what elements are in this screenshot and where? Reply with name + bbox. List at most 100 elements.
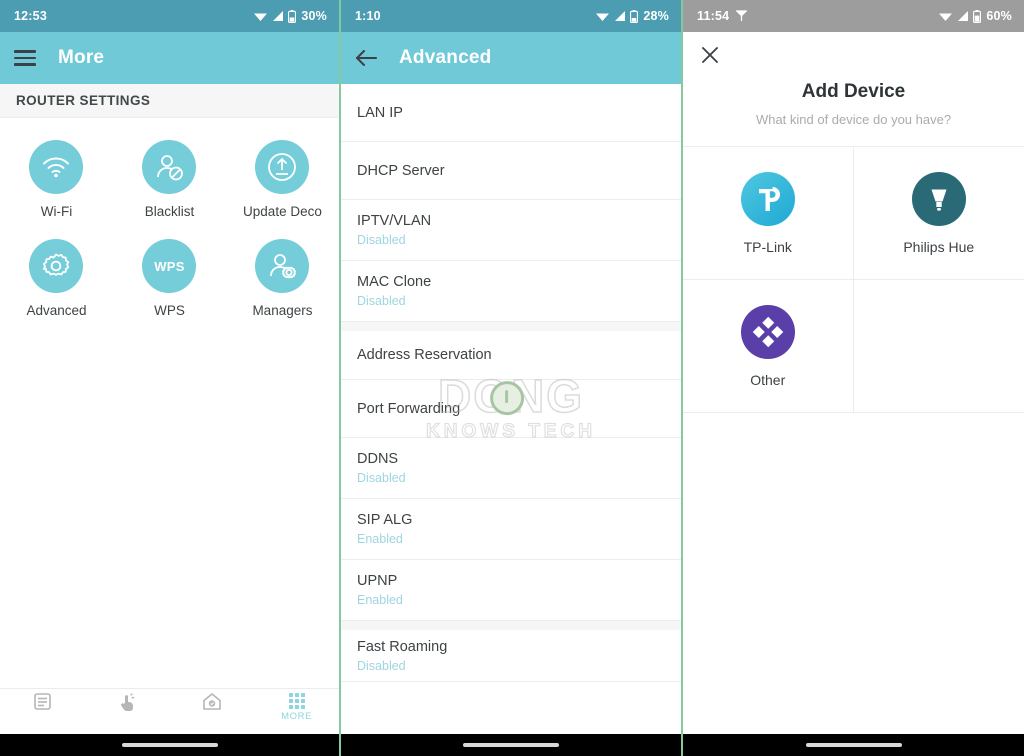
page-title: Add Device: [801, 81, 906, 102]
page-title: Advanced: [399, 47, 492, 68]
device-option-tplink[interactable]: TP-Link: [683, 147, 854, 280]
row-title: Port Forwarding: [357, 400, 461, 417]
wifi-icon: [254, 13, 268, 21]
status-icons: 30%: [253, 9, 327, 23]
tile-update-deco[interactable]: Update Deco: [226, 140, 339, 219]
row-title: Address Reservation: [357, 347, 492, 363]
signal-icon: [273, 11, 284, 21]
status-time: 1:10: [355, 9, 381, 23]
device-option-philips-hue[interactable]: Philips Hue: [853, 147, 1024, 280]
wifi-icon: [596, 13, 610, 21]
advanced-settings-list: DONG KNOWS TECH LAN IP DHCP Server IPTV/…: [341, 84, 681, 734]
phone-screen-add-device: 11:54 60% Add Device What kind of device…: [683, 0, 1024, 756]
list-item[interactable]: SIP ALG Enabled: [341, 499, 681, 560]
tile-managers[interactable]: Managers: [226, 239, 339, 318]
phone-screen-advanced: 1:10 28% Advanced DONG KNOWS TECH LAN IP…: [341, 0, 681, 756]
signal-icon: [958, 11, 969, 21]
grid-dots-icon: [288, 693, 305, 709]
list-item[interactable]: MAC Clone Disabled: [341, 261, 681, 322]
add-device-header: Add Device What kind of device do you ha…: [683, 32, 1024, 146]
wifi-icon: [29, 140, 84, 194]
device-label: Philips Hue: [903, 238, 975, 255]
tile-label: Wi-Fi: [40, 204, 73, 219]
other-diamonds-icon: [740, 304, 795, 359]
three-phone-screenshots: 12:53 30% More ROUTER SETTINGS Wi-Fi Bla…: [0, 0, 1024, 756]
device-type-grid: TP-Link Philips Hue Other: [683, 146, 1024, 413]
wifi-icon: [939, 13, 953, 21]
battery-percent: 60%: [986, 9, 1012, 23]
list-item[interactable]: DDNS Disabled: [341, 438, 681, 499]
row-title: DDNS: [357, 451, 399, 467]
bottom-tab-bar: MORE: [0, 688, 339, 734]
tplink-logo-icon: [740, 171, 795, 226]
back-arrow-icon[interactable]: [355, 49, 377, 67]
device-label: Other: [750, 371, 786, 388]
status-time: 12:53: [14, 9, 47, 23]
overview-icon: [34, 693, 51, 710]
user-block-icon: [142, 140, 197, 194]
android-gesture-bar[interactable]: [0, 734, 339, 756]
status-bar: 11:54 60%: [683, 0, 1024, 32]
row-title: UPNP: [357, 573, 398, 589]
gear-icon: [29, 239, 84, 293]
tile-label: Managers: [252, 303, 313, 318]
tab-home-shield[interactable]: [170, 693, 255, 712]
battery-percent: 30%: [301, 9, 327, 23]
tile-wifi[interactable]: Wi-Fi: [0, 140, 113, 219]
battery-icon: [973, 9, 982, 23]
close-icon[interactable]: [683, 46, 1024, 69]
signal-icon: [615, 11, 626, 21]
row-status: Disabled: [357, 233, 406, 247]
row-status: Enabled: [357, 593, 403, 607]
tile-label: WPS: [154, 303, 185, 318]
device-label: TP-Link: [743, 238, 792, 255]
battery-icon: [288, 9, 297, 23]
list-item[interactable]: LAN IP: [341, 84, 681, 142]
row-status: Disabled: [357, 471, 406, 485]
add-device-body: [683, 413, 1024, 734]
tile-blacklist[interactable]: Blacklist: [113, 140, 226, 219]
philips-hue-bulb-icon: [911, 171, 966, 226]
status-bar: 12:53 30%: [0, 0, 339, 32]
hamburger-icon[interactable]: [14, 50, 36, 66]
list-item[interactable]: Port Forwarding: [341, 380, 681, 438]
page-subtitle: What kind of device do you have?: [755, 112, 952, 127]
list-item[interactable]: Address Reservation: [341, 322, 681, 380]
battery-icon: [630, 9, 639, 23]
status-icons: 28%: [595, 9, 669, 23]
device-grid-empty-cell: [853, 280, 1024, 413]
wps-label: WPS: [154, 258, 185, 274]
list-item[interactable]: DHCP Server: [341, 142, 681, 200]
home-shield-icon: [203, 693, 221, 710]
tile-wps[interactable]: WPS WPS: [113, 239, 226, 318]
battery-percent: 28%: [643, 9, 669, 23]
tab-more[interactable]: MORE: [254, 693, 339, 722]
tile-advanced[interactable]: Advanced: [0, 239, 113, 318]
list-item[interactable]: UPNP Enabled: [341, 560, 681, 621]
row-title: SIP ALG: [357, 512, 413, 528]
list-item[interactable]: Fast Roaming Disabled: [341, 621, 681, 682]
tile-label: Blacklist: [144, 204, 195, 219]
tab-label: MORE: [281, 711, 313, 722]
cast-icon: [736, 10, 748, 22]
wps-text-icon: WPS: [142, 239, 197, 293]
device-option-other[interactable]: Other: [683, 280, 854, 413]
tab-tap[interactable]: [85, 693, 170, 713]
row-title: LAN IP: [357, 104, 403, 121]
app-bar: Advanced: [341, 32, 681, 84]
android-gesture-bar[interactable]: [341, 734, 681, 756]
row-status: Enabled: [357, 532, 403, 546]
row-title: MAC Clone: [357, 274, 432, 290]
row-status: Disabled: [357, 294, 406, 308]
page-title: More: [58, 47, 105, 68]
tap-hand-icon: [120, 693, 134, 711]
list-item[interactable]: IPTV/VLAN Disabled: [341, 200, 681, 261]
upload-box-icon: [255, 140, 310, 194]
row-status: Disabled: [357, 658, 406, 673]
android-gesture-bar[interactable]: [683, 734, 1024, 756]
status-time: 11:54: [697, 9, 730, 23]
row-title: DHCP Server: [357, 162, 445, 179]
status-icons: 60%: [938, 9, 1012, 23]
tab-overview[interactable]: [0, 693, 85, 712]
app-bar: More: [0, 32, 339, 84]
